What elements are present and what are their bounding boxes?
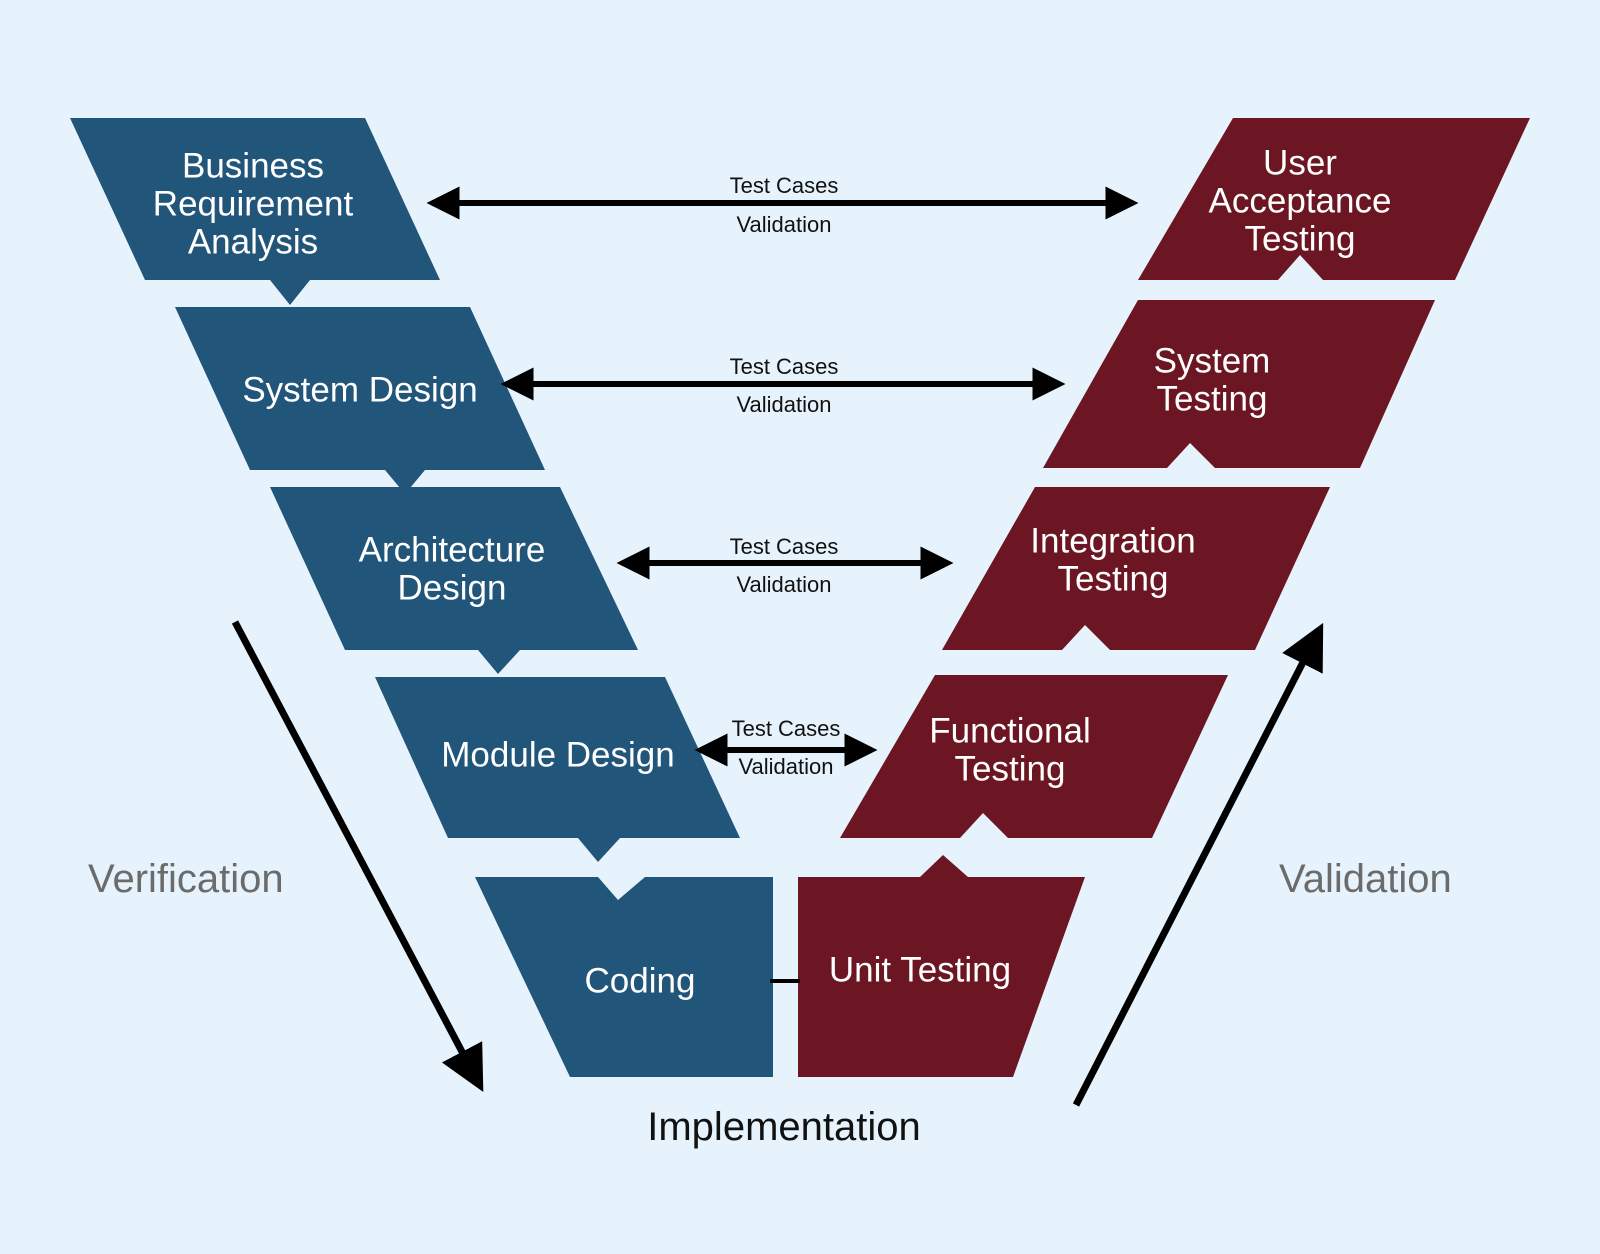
stage-label-line-3: Analysis <box>188 222 318 261</box>
stage-label-line-2: Requirement <box>153 184 354 223</box>
stage-label-line-1: Integration <box>1030 521 1195 560</box>
stage-label-line-2: Acceptance <box>1209 181 1392 220</box>
stage-label-line-1: Module Design <box>441 735 674 774</box>
cross-arrow-bottom-label: Validation <box>737 212 832 237</box>
validation-side-label: Validation <box>1279 857 1452 901</box>
stage-label-line-2: Testing <box>1058 559 1169 598</box>
stage-label-line-1: System Design <box>242 370 477 409</box>
stage-label-line-2: Testing <box>1157 379 1268 418</box>
verification-side-label: Verification <box>88 857 284 901</box>
implementation-label: Implementation <box>647 1105 920 1149</box>
v-model-diagram: Business Requirement Analysis System Des… <box>0 0 1600 1254</box>
stage-label-line-2: Testing <box>955 749 1066 788</box>
v-model-svg-canvas: Business Requirement Analysis System Des… <box>0 0 1600 1254</box>
stage-label-line-1: Functional <box>929 711 1090 750</box>
stage-label-line-1: User <box>1263 143 1337 182</box>
stage-label-line-1: Business <box>182 146 324 185</box>
stage-label-line-2: Design <box>398 568 507 607</box>
stage-label-line-1: Architecture <box>359 530 546 569</box>
cross-arrow-top-label: Test Cases <box>730 354 839 379</box>
cross-arrow-top-label: Test Cases <box>730 534 839 559</box>
stage-label-line-1: Coding <box>585 961 696 1000</box>
cross-arrow-top-label: Test Cases <box>730 173 839 198</box>
cross-arrow-bottom-label: Validation <box>737 392 832 417</box>
stage-label-line-3: Testing <box>1245 219 1356 258</box>
stage-label-line-1: Unit Testing <box>829 950 1011 989</box>
cross-arrow-bottom-label: Validation <box>739 754 834 779</box>
stage-label-line-1: System <box>1154 341 1271 380</box>
cross-arrow-bottom-label: Validation <box>737 572 832 597</box>
cross-arrow-top-label: Test Cases <box>732 716 841 741</box>
